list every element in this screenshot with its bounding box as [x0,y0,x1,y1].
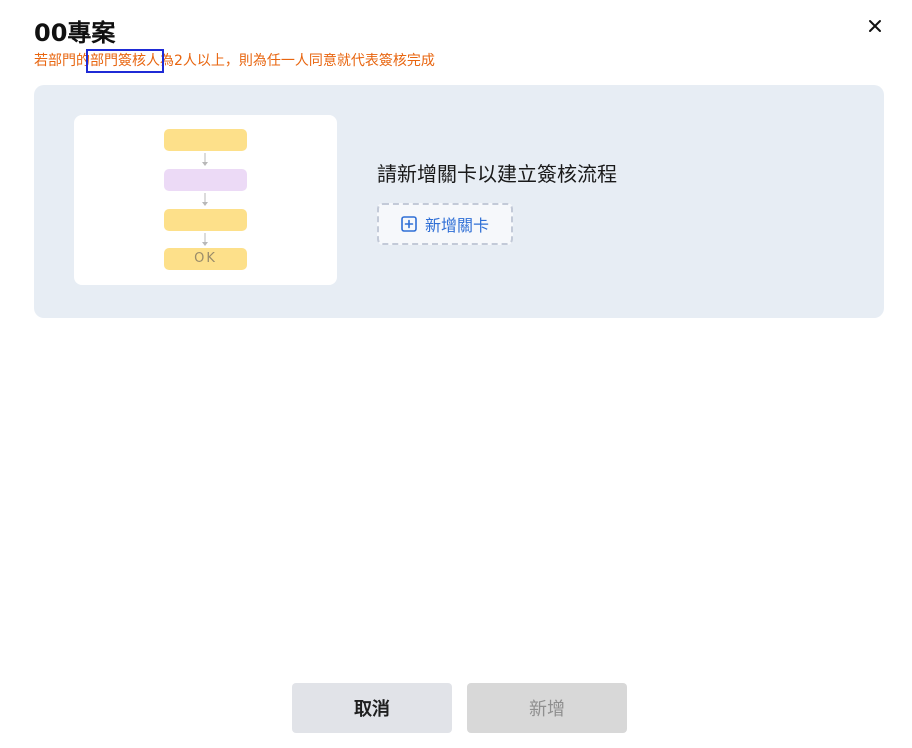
close-icon [869,20,881,32]
flow-step-2 [164,169,247,191]
empty-stage-panel: OK 請新增關卡以建立簽核流程 新增關卡 [34,85,884,318]
arrow-down-icon [202,233,208,246]
flow-step-ok: OK [164,248,247,270]
flow-preview-illustration: OK [74,115,337,285]
cancel-button[interactable]: 取消 [292,683,452,733]
approval-notice-highlight: 部門簽核人 [86,49,164,73]
submit-button[interactable]: 新增 [467,683,627,733]
plus-square-icon [401,216,417,232]
arrow-down-icon [202,193,208,206]
close-button[interactable] [863,14,887,38]
approval-notice-suffix: 為2人以上，則為任一人同意就代表簽核完成 [160,53,435,69]
add-stage-button[interactable]: 新增關卡 [377,203,513,245]
add-stage-label: 新增關卡 [424,216,489,235]
empty-state-prompt: 請新增關卡以建立簽核流程 [377,162,617,186]
flow-step-3 [164,209,247,231]
dialog-title: 00專案 [34,19,116,47]
approval-flow-dialog: 00專案 若部門的部門簽核人為2人以上，則為任一人同意就代表簽核完成 OK 請新… [0,0,912,748]
arrow-down-icon [202,153,208,166]
approval-notice-prefix: 若部門的 [34,53,90,69]
flow-step-1 [164,129,247,151]
approval-notice: 若部門的部門簽核人為2人以上，則為任一人同意就代表簽核完成 [34,49,435,73]
